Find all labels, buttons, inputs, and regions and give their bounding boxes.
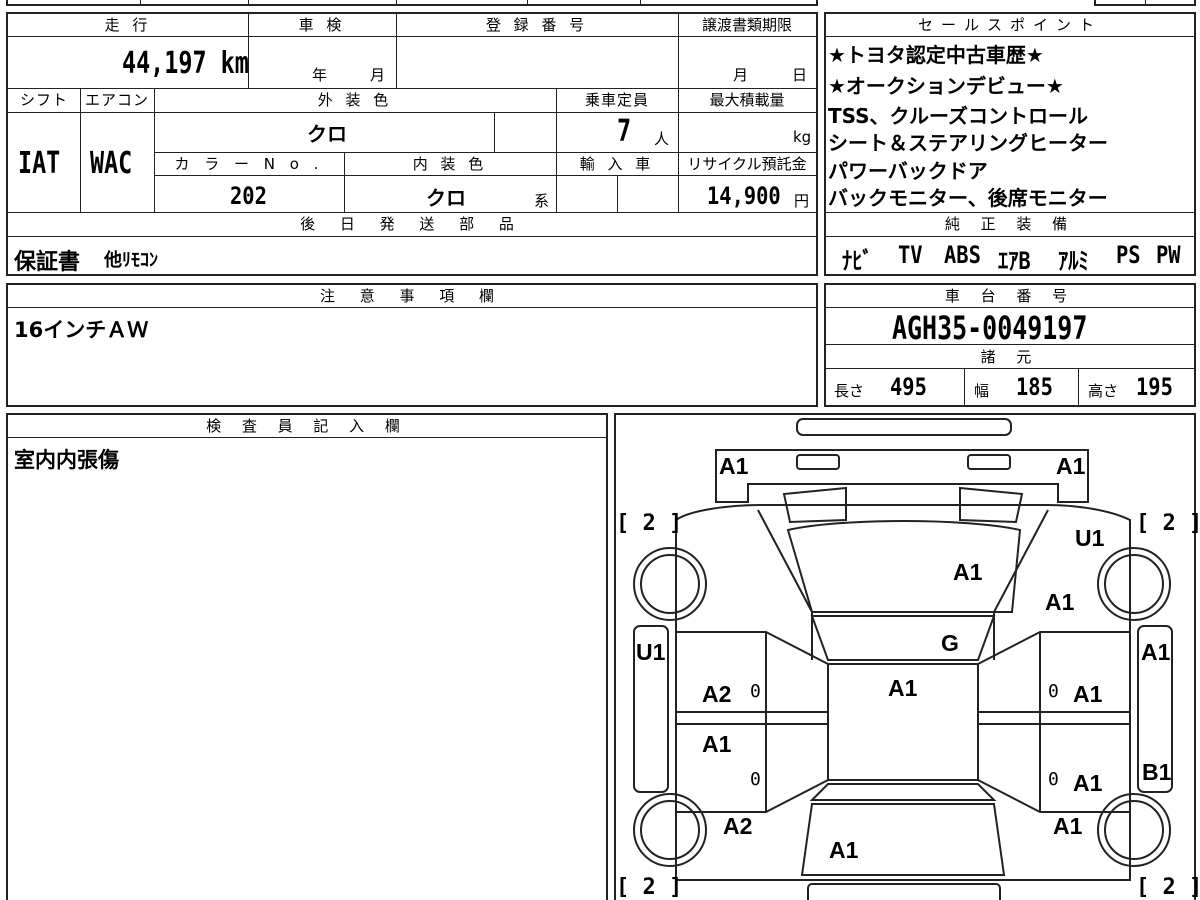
max-load-label: 最大積載量 <box>709 91 785 109</box>
aircon-label: エアコン <box>84 91 149 109</box>
equipment-item: ﾅﾋﾞ <box>842 247 873 275</box>
interior-color-unit: 系 <box>534 192 550 210</box>
inspector-label: 検 査 員 記 入 欄 <box>206 417 408 435</box>
transfer-day: 日 <box>792 66 808 84</box>
exterior-color-value: クロ <box>307 122 347 146</box>
width-value: 185 <box>1016 373 1053 401</box>
shift-label: シフト <box>19 91 68 109</box>
notes-text: 16インチＡＷ <box>14 318 149 342</box>
later-parts-warranty: 保証書 <box>14 250 81 275</box>
mark-front-left: A1 <box>719 453 749 479</box>
transfer-deadline-label: 譲渡書類期限 <box>701 16 792 34</box>
mark-right-rear-side: B1 <box>1142 759 1172 785</box>
car-outline <box>633 418 1173 900</box>
height-label: 高さ <box>1088 382 1119 400</box>
mileage-label: 走 行 <box>104 16 152 34</box>
tire-mark-rear-left: [ 2 ] <box>616 875 683 900</box>
interior-color-label: 内 装 色 <box>412 155 488 173</box>
color-no-label: カ ラ ー N o . <box>174 155 324 173</box>
mark-door-front-right: A1 <box>1073 681 1103 707</box>
equipment-item: PS <box>1116 241 1141 269</box>
inspector-panel <box>6 413 608 900</box>
shaken-label: 車 検 <box>298 16 346 34</box>
transfer-month: 月 <box>733 66 749 84</box>
shaken-year: 年 <box>312 66 328 84</box>
import-label: 輸 入 車 <box>579 155 655 173</box>
tire-mark-rear-right: [ 2 ] <box>1136 875 1200 900</box>
later-parts-remote: 他ﾘﾓｺﾝ <box>104 250 158 271</box>
chassis-number-value: AGH35-0049197 <box>892 309 1088 347</box>
sales-point-item: パワーバックドア <box>828 159 988 183</box>
recycle-unit: 円 <box>794 192 810 210</box>
mark-windshield: G <box>941 630 959 656</box>
equipment-item: ｴｱB <box>998 247 1031 275</box>
sales-point-item: ★オークションデビュー★ <box>828 74 1064 98</box>
mark-tailgate: A1 <box>829 837 859 863</box>
capacity-value: 7 <box>617 114 632 149</box>
mark-fender-right: A1 <box>1045 589 1075 615</box>
exterior-color-label: 外 装 色 <box>317 91 393 109</box>
mark-door-rear-right: A1 <box>1073 770 1103 796</box>
genuine-equipment-label: 純 正 装 備 <box>944 215 1076 233</box>
sales-point-label: セールスポイント <box>917 16 1102 34</box>
interior-color-value: クロ <box>426 186 466 210</box>
sales-point-item: シート＆ステアリングヒーター <box>828 131 1108 155</box>
sales-point-item: TSS、クルーズコントロール <box>828 104 1088 128</box>
mark-hood: A1 <box>953 559 983 585</box>
shaken-month: 月 <box>370 66 386 84</box>
capacity-label: 乗車定員 <box>584 91 649 109</box>
equipment-item: ｱﾙﾐ <box>1058 247 1089 275</box>
damage-diagram-panel: A1 A1 U1 A1 A1 G A1 U1 A1 B1 A2 A1 A1 A1… <box>614 413 1200 900</box>
inspector-text: 室内内張傷 <box>14 448 119 472</box>
later-parts-label: 後 日 発 送 部 品 <box>300 215 524 233</box>
mark-upper-right: U1 <box>1075 525 1105 551</box>
mark-door-front-left: A2 <box>702 681 732 707</box>
mileage-value: 44,197 km <box>122 46 249 81</box>
zero-mark: 0 <box>1048 681 1059 702</box>
tire-mark-front-right: [ 2 ] <box>1136 511 1200 536</box>
mark-left-rocker: U1 <box>636 639 666 665</box>
mark-rear-left: A2 <box>723 813 753 839</box>
length-value: 495 <box>890 373 927 401</box>
recycle-value: 14,900 <box>707 182 781 210</box>
tire-mark-front-left: [ 2 ] <box>616 511 683 536</box>
shift-value: IAT <box>18 146 61 181</box>
color-no-value: 202 <box>230 182 267 210</box>
equipment-item: TV <box>898 241 923 269</box>
notes-label: 注 意 事 項 欄 <box>319 287 505 305</box>
registration-label: 登 録 番 号 <box>485 16 589 34</box>
equipment-item: ABS <box>944 241 981 269</box>
zero-mark: 0 <box>750 681 761 702</box>
recycle-label: リサイクル預託金 <box>687 155 807 173</box>
max-load-unit: kg <box>793 128 812 146</box>
mark-rear-right: A1 <box>1053 813 1083 839</box>
equipment-item: PW <box>1156 241 1181 269</box>
height-value: 195 <box>1136 373 1173 401</box>
specs-label: 諸 元 <box>980 348 1040 366</box>
capacity-unit: 人 <box>654 130 670 148</box>
mark-door-rear-left: A1 <box>702 731 732 757</box>
mark-roof: A1 <box>888 675 918 701</box>
zero-mark: 0 <box>750 769 761 790</box>
sales-point-item: ★トヨタ認定中古車歴★ <box>828 43 1044 67</box>
zero-mark: 0 <box>1048 769 1059 790</box>
mark-front-right: A1 <box>1056 453 1086 479</box>
mark-right-side: A1 <box>1141 639 1171 665</box>
aircon-value: WAC <box>90 146 133 181</box>
length-label: 長さ <box>834 382 865 400</box>
width-label: 幅 <box>974 382 990 400</box>
chassis-number-label: 車 台 番 号 <box>944 287 1076 305</box>
sales-point-item: バックモニター、後席モニター <box>828 186 1108 210</box>
